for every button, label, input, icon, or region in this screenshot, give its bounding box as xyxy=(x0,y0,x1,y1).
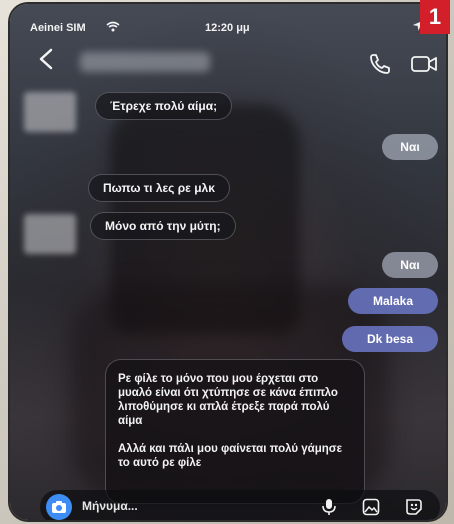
message-text: Έτρεχε πολύ αίμα; xyxy=(110,99,218,113)
video-call-button[interactable] xyxy=(410,52,438,76)
message-incoming-long: Ρε φίλε το μόνο που μου έρχεται στο μυαλ… xyxy=(105,359,365,504)
microphone-icon xyxy=(322,499,336,515)
message-paragraph: Ρε φίλε το μόνο που μου έρχεται στο μυαλ… xyxy=(118,373,338,427)
message-text: Ναι xyxy=(400,258,420,272)
contact-avatar xyxy=(24,214,76,254)
camera-icon xyxy=(52,501,66,513)
phone-icon xyxy=(370,54,390,74)
message-input[interactable]: Μήνυμα... xyxy=(82,499,138,513)
clock: 12:20 μμ xyxy=(205,22,250,34)
call-button[interactable] xyxy=(368,52,392,76)
message-text: Μόνο από την μύτη; xyxy=(105,219,221,233)
video-camera-icon xyxy=(411,56,437,72)
chat-header xyxy=(10,44,446,84)
wifi-icon xyxy=(106,21,120,35)
sticker-icon xyxy=(406,499,422,515)
message-text: Πωπω τι λες ρε μλκ xyxy=(103,181,215,195)
message-incoming: Έτρεχε πολύ αίμα; xyxy=(95,92,233,120)
image-icon xyxy=(362,498,380,516)
message-paragraph: Αλλά και πάλι μου φαίνεται πολύ γάμησε τ… xyxy=(118,443,343,469)
message-outgoing: Ναι xyxy=(382,252,438,278)
phone-screen: Aeinei SIM 12:20 μμ Έτρεχε πολύ αίμα; Να… xyxy=(10,4,446,520)
message-outgoing: Malaka xyxy=(348,288,438,314)
contact-name-blurred[interactable] xyxy=(80,52,210,72)
mic-button[interactable] xyxy=(320,498,338,516)
message-text: Ναι xyxy=(400,140,420,154)
message-incoming: Μόνο από την μύτη; xyxy=(90,212,236,240)
message-outgoing: Dk besa xyxy=(342,326,438,352)
camera-button[interactable] xyxy=(46,494,72,520)
carrier-label: Aeinei SIM xyxy=(30,22,86,34)
chevron-left-icon xyxy=(39,48,53,70)
message-text: Dk besa xyxy=(366,332,414,346)
sticker-button[interactable] xyxy=(404,497,424,517)
message-composer: Μήνυμα... xyxy=(40,490,440,520)
contact-avatar xyxy=(24,92,76,132)
back-button[interactable] xyxy=(38,48,54,74)
figure-number-badge: 1 xyxy=(420,0,450,34)
gallery-button[interactable] xyxy=(362,498,380,516)
message-text: Malaka xyxy=(372,294,414,308)
message-outgoing: Ναι xyxy=(382,134,438,160)
message-incoming: Πωπω τι λες ρε μλκ xyxy=(88,174,230,202)
status-bar: Aeinei SIM 12:20 μμ xyxy=(10,4,446,34)
